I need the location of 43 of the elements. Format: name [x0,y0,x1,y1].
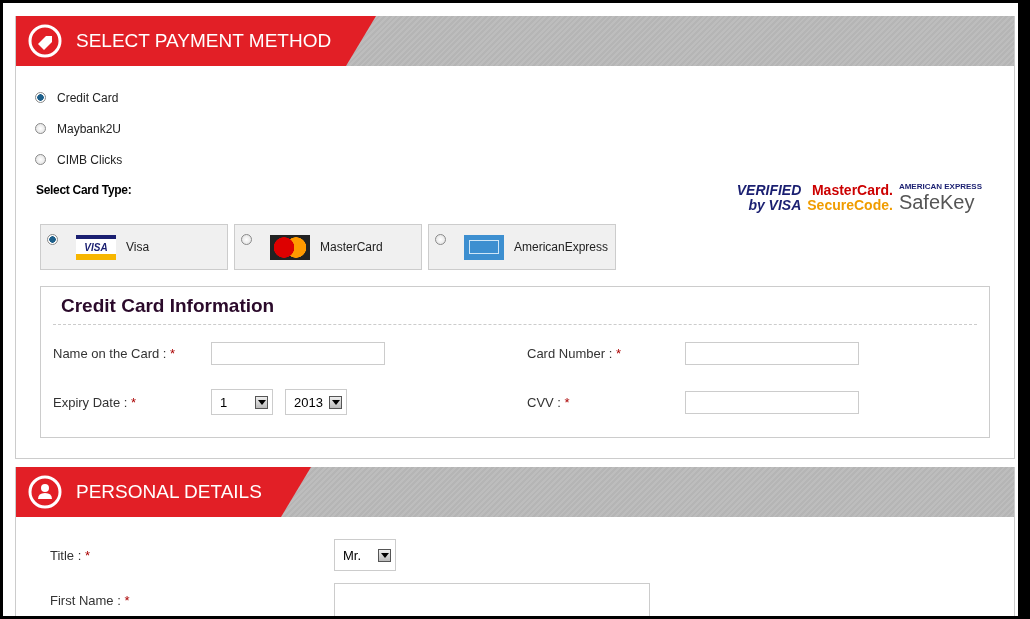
card-logo [270,234,310,260]
card-label: Visa [126,240,150,254]
card-option[interactable]: AmericanExpress [428,224,616,270]
radio-button[interactable] [35,154,46,165]
radio-button[interactable] [435,234,446,245]
card-logo [464,234,504,260]
input-field[interactable] [334,583,650,616]
card-type-label: Select Card Type: [36,183,132,197]
month-dropdown[interactable]: 1 [211,389,273,415]
logo-text: MasterCard. [811,183,893,197]
logo-text: by VISA [748,198,802,212]
panel-title: Credit Card Information [53,295,977,325]
card-logo: VISA [76,234,116,260]
card-label: MasterCard [320,240,383,254]
input-field[interactable] [685,342,859,365]
logo-text: VERIFIED [736,183,802,197]
radio-label: Credit Card [57,90,119,105]
section-title: PERSONAL DETAILS [76,481,262,503]
logo-text: AMERICAN EXPRESS [898,183,982,191]
input-field[interactable] [211,342,385,365]
radio-button[interactable] [35,123,46,134]
tag-icon [28,24,62,58]
field-label: Expiry Date : * [53,394,138,410]
title-dropdown[interactable]: Mr. [334,539,396,571]
radio-label: CIMB Clicks [57,152,123,167]
field-label: First Name : * [50,592,131,608]
section-title: SELECT PAYMENT METHOD [76,30,332,52]
logo-text: SecureCode. [807,198,893,212]
field-label: CVV : * [527,394,571,410]
logo-text: SafeKey [898,192,975,212]
card-label: AmericanExpress [514,240,609,254]
radio-button[interactable] [35,92,46,103]
field-label: Name on the Card : * [53,346,177,361]
field-label: Title : * [50,547,91,563]
radio-label: Maybank2U [57,121,122,136]
year-dropdown[interactable]: 2013 [285,389,347,415]
radio-button[interactable] [47,234,58,245]
card-option[interactable]: MasterCard [234,224,422,270]
person-icon [28,475,62,509]
card-option[interactable]: VISA Visa [40,224,228,270]
radio-button[interactable] [241,234,252,245]
field-label: Card Number : * [527,346,622,361]
input-field[interactable] [685,390,859,414]
